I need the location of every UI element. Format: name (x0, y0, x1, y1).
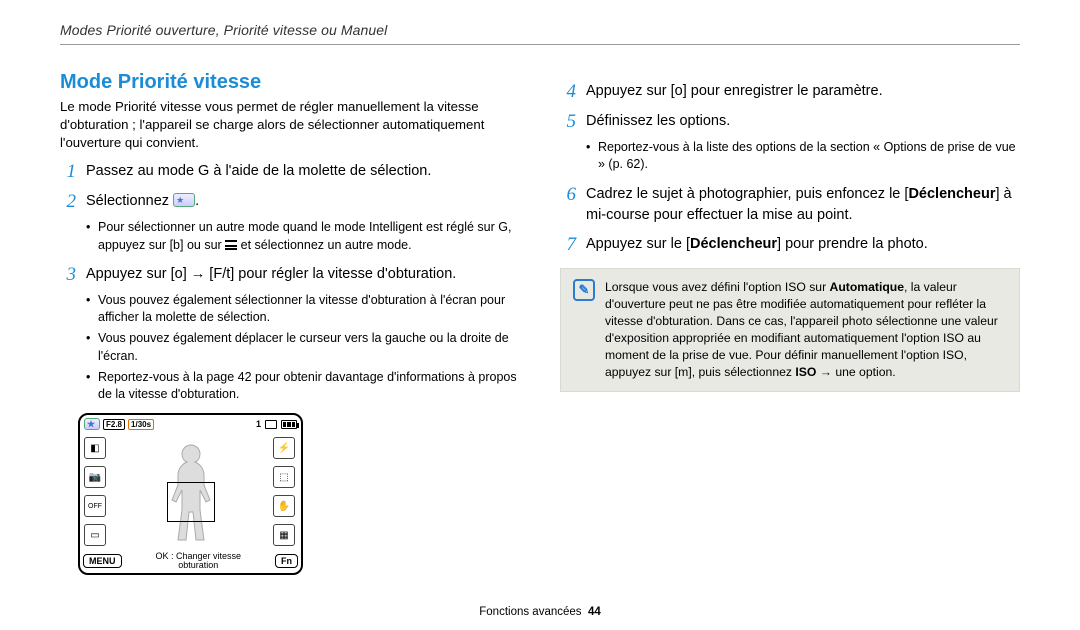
footer: Fonctions avancées 44 (0, 606, 1080, 618)
size-icon: ⬚ (273, 466, 295, 488)
left-column: Mode Priorité vitesse Le mode Priorité v… (60, 71, 520, 575)
iso-bold: ISO (795, 365, 816, 379)
mode-token: G (198, 163, 209, 179)
sub-item: Vous pouvez également sélectionner la vi… (86, 292, 520, 327)
shutter-bold: Déclencheur (908, 186, 995, 202)
text: Pour sélectionner un autre mode quand le… (98, 220, 498, 234)
left-sidebar-icons: ◧ 📷 OFF ▭ (84, 435, 108, 548)
intro-paragraph: Le mode Priorité vitesse vous permet de … (60, 98, 520, 151)
stabilizer-icon: ✋ (273, 495, 295, 517)
step-text: Appuyez sur [o] pour enregistrer le para… (586, 81, 883, 103)
step-text: Appuyez sur [o] → [F/t] pour régler la v… (86, 264, 456, 286)
step-text: Passez au mode G à l'aide de la molette … (86, 161, 431, 183)
sub-item: Reportez-vous à la liste des options de … (586, 139, 1020, 174)
text: Passez au mode (86, 163, 198, 179)
two-column-layout: Mode Priorité vitesse Le mode Priorité v… (60, 71, 1020, 575)
off-icon: OFF (84, 495, 106, 517)
step-3: 3 Appuyez sur [o] → [F/t] pour régler la… (60, 264, 520, 286)
text: → une option. (816, 365, 895, 379)
screen-top-bar: F2.8 1/30s 1 (80, 415, 301, 430)
auto-bold: Automatique (830, 280, 904, 294)
camera-screen-illustration: F2.8 1/30s 1 ◧ 📷 OFF ▭ ⚡ (78, 413, 303, 575)
sub-item: Pour sélectionner un autre mode quand le… (86, 219, 520, 254)
screen-bottom-bar: MENU OK : Changer vitesse obturation Fn (80, 548, 301, 573)
grid-icon: ▦ (273, 524, 295, 546)
footer-section: Fonctions avancées (479, 606, 581, 618)
mode-icon (173, 193, 195, 207)
step-number: 2 (60, 191, 76, 213)
screen-center (108, 431, 273, 548)
step-number: 4 (560, 81, 576, 103)
step-5-sublist: Reportez-vous à la liste des options de … (586, 139, 1020, 174)
frame-icon: ▭ (84, 524, 106, 546)
text: . (195, 193, 199, 209)
page: Modes Priorité ouverture, Priorité vites… (0, 0, 1080, 630)
sub-item: Reportez-vous à la page 42 pour obtenir … (86, 369, 520, 404)
battery-icon (281, 420, 297, 429)
page-number: 44 (588, 606, 601, 618)
step-text: Cadrez le sujet à photographier, puis en… (586, 184, 1020, 226)
shutter-value: 1/30s (128, 419, 154, 430)
mode-icon (84, 418, 100, 430)
step-text: Sélectionnez . (86, 191, 199, 213)
focus-rectangle (167, 482, 215, 522)
text: Cadrez le sujet à photographier, puis en… (586, 186, 908, 202)
top-left-group: F2.8 1/30s (84, 418, 154, 430)
breadcrumb: Modes Priorité ouverture, Priorité vites… (60, 22, 1020, 45)
mode-token: G (498, 220, 508, 234)
step-number: 1 (60, 161, 76, 183)
mode-select-icon: ◧ (84, 437, 106, 459)
text: Appuyez sur le [ (586, 236, 690, 252)
text: ] pour prendre la photo. (777, 236, 928, 252)
camera-icon: 📷 (84, 466, 106, 488)
step-4: 4 Appuyez sur [o] pour enregistrer le pa… (560, 81, 1020, 103)
shot-count: 1 (256, 419, 261, 429)
text: Sélectionnez (86, 193, 173, 209)
steps-list-right-2: 6 Cadrez le sujet à photographier, puis … (560, 184, 1020, 256)
text: et sélectionnez un autre mode. (237, 238, 411, 252)
steps-list-right: 4 Appuyez sur [o] pour enregistrer le pa… (560, 81, 1020, 133)
step-number: 7 (560, 234, 576, 256)
step-7: 7 Appuyez sur le [Déclencheur] pour pren… (560, 234, 1020, 256)
steps-list-left-2: 3 Appuyez sur [o] → [F/t] pour régler la… (60, 264, 520, 286)
right-column: 4 Appuyez sur [o] pour enregistrer le pa… (560, 71, 1020, 575)
shutter-bold: Déclencheur (690, 236, 777, 252)
menu-icon (225, 240, 237, 250)
section-title: Mode Priorité vitesse (60, 71, 520, 94)
step-text: Définissez les options. (586, 111, 730, 133)
step-number: 3 (60, 264, 76, 286)
note-box: ✎ Lorsque vous avez défini l'option ISO … (560, 268, 1020, 392)
steps-list-left: 1 Passez au mode G à l'aide de la molett… (60, 161, 520, 213)
bottom-center-text: OK : Changer vitesse obturation (122, 552, 276, 571)
step-5: 5 Définissez les options. (560, 111, 1020, 133)
step-1: 1 Passez au mode G à l'aide de la molett… (60, 161, 520, 183)
text: obturation (122, 561, 276, 570)
text: Lorsque vous avez défini l'option ISO su… (605, 280, 830, 294)
step-2-sublist: Pour sélectionner un autre mode quand le… (86, 219, 520, 254)
right-sidebar-icons: ⚡ ⬚ ✋ ▦ (273, 435, 297, 548)
fn-button: Fn (275, 554, 298, 568)
step-3-sublist: Vous pouvez également sélectionner la vi… (86, 292, 520, 404)
step-number: 6 (560, 184, 576, 226)
aperture-value: F2.8 (103, 419, 125, 430)
sub-item: Vous pouvez également déplacer le curseu… (86, 330, 520, 365)
menu-button: MENU (83, 554, 122, 568)
step-2: 2 Sélectionnez . (60, 191, 520, 213)
top-right-group: 1 (256, 419, 297, 429)
text: à l'aide de la molette de sélection. (209, 163, 431, 179)
flash-icon: ⚡ (273, 437, 295, 459)
sd-card-icon (265, 420, 277, 429)
step-number: 5 (560, 111, 576, 133)
note-icon: ✎ (573, 279, 595, 301)
step-text: Appuyez sur le [Déclencheur] pour prendr… (586, 234, 928, 256)
step-6: 6 Cadrez le sujet à photographier, puis … (560, 184, 1020, 226)
note-text: Lorsque vous avez défini l'option ISO su… (605, 279, 1007, 381)
